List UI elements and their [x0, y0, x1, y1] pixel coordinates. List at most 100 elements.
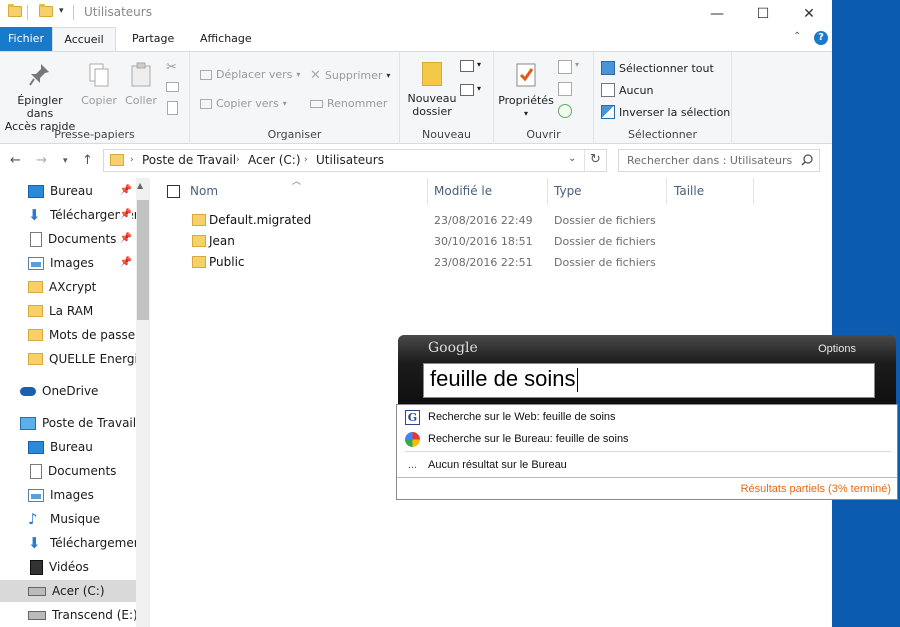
close-button[interactable]: ✕	[786, 0, 832, 27]
refresh-icon[interactable]: ↻	[590, 152, 601, 167]
video-icon	[30, 559, 43, 575]
pin-icon	[29, 64, 49, 86]
sidebar-item-bureau[interactable]: Bureau 📌	[0, 180, 136, 202]
column-separator[interactable]	[666, 178, 667, 205]
pinned-icon: 📌	[119, 209, 132, 220]
search-icon	[801, 154, 813, 166]
sidebar-item-label: Images	[50, 256, 94, 270]
tab-affichage[interactable]: Affichage	[188, 27, 264, 51]
address-bar[interactable]: › Poste de Travail › Acer (C:) › Utilisa…	[103, 149, 607, 172]
sidebar-item-quelle-energie[interactable]: QUELLE Energie	[0, 348, 136, 370]
no-result-label: Aucun résultat sur le Bureau	[428, 459, 567, 471]
copy-to-button[interactable]: Copier vers ▾	[200, 97, 287, 110]
up-icon[interactable]: ↑	[82, 153, 93, 168]
column-header-size[interactable]: Taille	[674, 184, 704, 198]
customize-toolbar-icon[interactable]: ▾	[59, 6, 64, 16]
google-desktop-header: Google Options feuille de soins	[398, 335, 896, 404]
new-item-icon[interactable]	[460, 60, 474, 72]
cut-icon[interactable]: ✂	[166, 60, 177, 75]
recent-locations-icon[interactable]: ▾	[63, 156, 68, 166]
paste-shortcut-icon[interactable]	[167, 101, 178, 115]
sidebar-item-acer-c[interactable]: Acer (C:)	[0, 580, 136, 602]
maximize-button[interactable]: ☐	[740, 0, 786, 27]
sidebar-item-pc-bureau[interactable]: Bureau	[0, 436, 136, 458]
easy-access-icon[interactable]	[460, 84, 474, 96]
rename-button[interactable]: Renommer	[310, 97, 387, 110]
forward-icon[interactable]: →	[36, 153, 47, 168]
move-to-button[interactable]: Déplacer vers ▾	[200, 68, 300, 81]
breadcrumb-chevron-icon[interactable]: ›	[236, 155, 240, 165]
sidebar-item-la-ram[interactable]: La RAM	[0, 300, 136, 322]
open-icon[interactable]	[558, 60, 572, 74]
tab-accueil[interactable]: Accueil	[52, 27, 116, 51]
file-modified: 23/08/2016 22:51	[434, 256, 533, 269]
file-row[interactable]: Default.migrated 23/08/2016 22:49 Dossie…	[150, 210, 680, 231]
options-button[interactable]: Options	[818, 343, 856, 355]
properties-button[interactable]: Propriétés ▾	[498, 62, 554, 120]
sidebar-item-transcend-e[interactable]: Transcend (E:)	[0, 604, 136, 626]
delete-button[interactable]: ✕ Supprimer ▾	[310, 68, 390, 83]
sidebar-item-label: OneDrive	[42, 384, 99, 398]
sidebar-item-pc-documents[interactable]: Documents	[0, 460, 136, 482]
sidebar-item-pc-telechargements[interactable]: ⬇ Téléchargements	[0, 532, 136, 554]
tab-fichier[interactable]: Fichier	[0, 27, 52, 51]
breadcrumb-chevron-icon[interactable]: ›	[304, 155, 308, 165]
sidebar-item-images[interactable]: Images 📌	[0, 252, 136, 274]
select-all-button[interactable]: Sélectionner tout	[601, 61, 714, 75]
column-header-name[interactable]: Nom	[190, 184, 218, 198]
column-separator[interactable]	[753, 178, 754, 205]
new-folder-button[interactable]: Nouveau dossier	[404, 62, 460, 118]
web-search-label: Recherche sur le Web: feuille de soins	[428, 411, 616, 423]
file-row[interactable]: Public 23/08/2016 22:51 Dossier de fichi…	[150, 252, 680, 273]
address-history-icon[interactable]: ⌄	[568, 153, 576, 164]
sidebar-item-label: Téléchargements	[50, 536, 136, 550]
column-separator[interactable]	[547, 178, 548, 205]
help-icon[interactable]: ?	[814, 31, 828, 45]
select-none-button[interactable]: Aucun	[601, 83, 654, 97]
breadcrumb-utilisateurs[interactable]: Utilisateurs	[316, 153, 384, 167]
sidebar-item-label: Poste de Travail	[42, 416, 136, 430]
google-logo: Google	[428, 340, 478, 356]
column-separator[interactable]	[427, 178, 428, 205]
search-input[interactable]: Rechercher dans : Utilisateurs	[618, 149, 820, 172]
sidebar-scroll-thumb[interactable]	[137, 200, 149, 320]
sidebar-item-axcrypt[interactable]: AXcrypt	[0, 276, 136, 298]
edit-icon[interactable]	[558, 82, 572, 96]
folder-icon	[192, 214, 206, 226]
pin-quick-access-button[interactable]: Épingler dans Accès rapide	[4, 62, 76, 133]
copy-path-icon[interactable]	[166, 82, 179, 92]
sidebar-item-pc-images[interactable]: Images	[0, 484, 136, 506]
scroll-up-icon[interactable]: ▲	[137, 181, 143, 190]
breadcrumb-poste-de-travail[interactable]: Poste de Travail	[142, 153, 236, 167]
sidebar-item-onedrive[interactable]: OneDrive	[0, 380, 136, 402]
sidebar-item-videos[interactable]: Vidéos	[0, 556, 136, 578]
sidebar-item-label: Musique	[50, 512, 101, 526]
paste-icon	[131, 62, 151, 87]
desktop-search-result[interactable]: Recherche sur le Bureau: feuille de soin…	[405, 430, 629, 448]
sidebar-item-poste-de-travail[interactable]: Poste de Travail	[0, 412, 136, 434]
breadcrumb-chevron-icon[interactable]: ›	[130, 155, 134, 165]
back-icon[interactable]: ←	[10, 153, 21, 168]
chevron-down-icon: ▾	[296, 70, 301, 79]
invert-selection-button[interactable]: Inverser la sélection	[601, 105, 730, 119]
breadcrumb-acer-c[interactable]: Acer (C:)	[248, 153, 301, 167]
folder-icon	[28, 353, 43, 365]
collapse-ribbon-icon[interactable]: ⌃	[793, 31, 801, 42]
minimize-button[interactable]: —	[694, 0, 740, 27]
group-presse-papiers: Épingler dans Accès rapide Copier Coller…	[0, 52, 190, 144]
search-placeholder: Rechercher dans : Utilisateurs	[627, 154, 793, 167]
sidebar-item-telechargements[interactable]: ⬇ Téléchargements 📌	[0, 204, 136, 226]
sidebar-item-documents[interactable]: Documents 📌	[0, 228, 136, 250]
history-icon[interactable]	[558, 104, 572, 118]
sidebar-item-mots-de-passe[interactable]: Mots de passe	[0, 324, 136, 346]
google-search-input[interactable]: feuille de soins	[423, 363, 875, 398]
column-header-type[interactable]: Type	[554, 184, 582, 198]
copy-button[interactable]: Copier	[80, 62, 118, 107]
tab-partage[interactable]: Partage	[120, 27, 186, 51]
sidebar-item-musique[interactable]: ♪ Musique	[0, 508, 136, 530]
file-row[interactable]: Jean 30/10/2016 18:51 Dossier de fichier…	[150, 231, 680, 252]
column-header-modified[interactable]: Modifié le	[434, 184, 492, 198]
quick-access-folder-icon[interactable]	[39, 4, 53, 17]
web-search-result[interactable]: G Recherche sur le Web: feuille de soins	[405, 408, 616, 426]
paste-button[interactable]: Coller	[122, 62, 160, 107]
